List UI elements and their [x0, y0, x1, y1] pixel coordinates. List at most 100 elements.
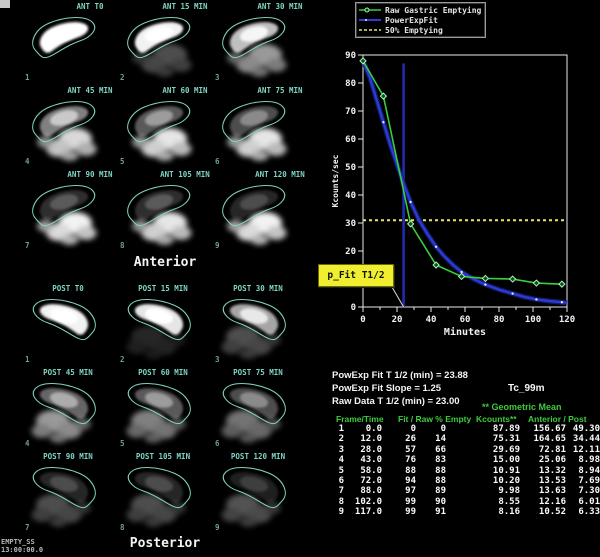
header-fit-raw-empty: Fit / Raw % Empty: [398, 414, 471, 424]
scan-label: ANT 30 MIN: [224, 2, 336, 11]
posterior-section-label: Posterior: [0, 536, 330, 551]
svg-text:20: 20: [392, 315, 403, 325]
scintigraphy-image: [198, 366, 310, 450]
table-cell: 25.06: [520, 455, 566, 465]
table-cell: 0: [416, 424, 446, 434]
scintigraphy-image: [198, 450, 310, 534]
table-cell: 75.31: [446, 434, 520, 444]
table-cell: 117.0: [344, 507, 382, 517]
frame-number: 1: [25, 73, 30, 82]
scan-cell: ANT 75 MIN6: [198, 84, 310, 168]
svg-text:90: 90: [345, 51, 356, 61]
svg-text:40: 40: [345, 191, 356, 201]
table-row: 10.00087.89156.6749.30: [332, 424, 600, 434]
tracer-label: Tc_99m: [508, 383, 545, 394]
scan-label: POST 120 MIN: [202, 452, 314, 461]
powexp-slope-stat: PowExp Fit Slope = 1.25: [332, 383, 441, 394]
table-cell: 13.32: [520, 466, 566, 476]
table-cell: 5: [332, 466, 344, 476]
header-frame-time: Frame/Time: [336, 414, 384, 424]
table-cell: 76: [382, 455, 416, 465]
svg-text:0: 0: [351, 303, 356, 313]
table-cell: 72.0: [344, 476, 382, 486]
results-table: 10.00087.89156.6749.30212.0261475.31164.…: [332, 424, 600, 518]
table-cell: 88: [382, 466, 416, 476]
table-cell: 8.16: [446, 507, 520, 517]
legend-item-raw: Raw Gastric Emptying: [359, 5, 481, 15]
table-row: 788.097899.9813.637.30: [332, 486, 600, 496]
table-cell: 7.69: [566, 476, 600, 486]
table-cell: 8.55: [446, 497, 520, 507]
header-kcounts: Kcounts**: [476, 414, 517, 424]
chart-plot-area: 0102030405060708090020406080100120Minute…: [330, 0, 600, 350]
frame-number: 8: [120, 241, 125, 250]
fit-series-marker-icon: [359, 16, 381, 24]
frame-number: 3: [215, 73, 220, 82]
svg-text:50: 50: [345, 163, 356, 173]
table-row: 443.0768315.0025.068.98: [332, 455, 600, 465]
svg-text:60: 60: [460, 315, 471, 325]
svg-text:Minutes: Minutes: [444, 326, 486, 338]
frame-number: 9: [215, 523, 220, 532]
table-cell: 72.81: [520, 445, 566, 455]
table-cell: 10.91: [446, 466, 520, 476]
table-cell: 6: [332, 476, 344, 486]
table-cell: 10.52: [520, 507, 566, 517]
table-cell: 6.33: [566, 507, 600, 517]
frame-number: 4: [25, 439, 30, 448]
table-cell: 99: [382, 497, 416, 507]
table-cell: 14: [416, 434, 446, 444]
frame-number: 6: [215, 157, 220, 166]
raw-series-marker-icon: [359, 6, 381, 14]
frame-number: 2: [120, 73, 125, 82]
svg-text:20: 20: [345, 247, 356, 257]
svg-text:70: 70: [345, 107, 356, 117]
table-cell: 99: [382, 507, 416, 517]
table-row: 212.0261475.31164.6534.44: [332, 434, 600, 444]
svg-text:120: 120: [559, 315, 575, 325]
frame-number: 7: [25, 241, 30, 250]
table-cell: 90: [416, 497, 446, 507]
table-cell: 9: [332, 507, 344, 517]
table-cell: 12.16: [520, 497, 566, 507]
scan-label: ANT 120 MIN: [224, 170, 336, 179]
table-cell: 34.44: [566, 434, 600, 444]
t-half-annotation-tag[interactable]: p_Fit T1/2: [318, 264, 394, 287]
table-cell: 89: [416, 486, 446, 496]
svg-text:80: 80: [345, 79, 356, 89]
scintigraphy-image: [198, 0, 310, 84]
table-cell: 97: [382, 486, 416, 496]
table-cell: 7.30: [566, 486, 600, 496]
legend-label-fit: PowerExpFit: [385, 16, 438, 25]
frame-number: 1: [25, 355, 30, 364]
table-cell: 4: [332, 455, 344, 465]
gastric-emptying-study-screen: ANT T01 ANT 15 MIN2 ANT 30 MIN: [0, 0, 600, 557]
results-panel: PowExp Fit T 1/2 (min) = 23.88 PowExp Fi…: [330, 366, 600, 556]
posterior-scan-grid: POST T01 POST 15 MIN2 POST 30: [0, 282, 330, 534]
study-time: 13:00:00.0: [1, 546, 43, 554]
table-cell: 13.53: [520, 476, 566, 486]
svg-text:0: 0: [360, 315, 365, 325]
table-cell: 8.98: [566, 455, 600, 465]
table-cell: 12.0: [344, 434, 382, 444]
frame-number: 5: [120, 439, 125, 448]
table-cell: 15.00: [446, 455, 520, 465]
scan-label: POST 75 MIN: [202, 368, 314, 377]
table-cell: 57: [382, 445, 416, 455]
svg-text:30: 30: [345, 219, 356, 229]
scan-cell: ANT 120 MIN9: [198, 168, 310, 252]
scan-cell: ANT 30 MIN3: [198, 0, 310, 84]
table-row: 672.0948810.2013.537.69: [332, 476, 600, 486]
table-cell: 102.0: [344, 497, 382, 507]
table-cell: 83: [416, 455, 446, 465]
scintigraphy-image: [198, 84, 310, 168]
table-cell: 0.0: [344, 424, 382, 434]
chart-legend: Raw Gastric Emptying PowerExpFit 50% Emp…: [355, 2, 486, 38]
table-cell: 91: [416, 507, 446, 517]
table-cell: 156.67: [520, 424, 566, 434]
header-anterior-post: Anterior / Post: [528, 414, 587, 424]
frame-number: 2: [120, 355, 125, 364]
svg-text:40: 40: [426, 315, 437, 325]
table-cell: 2: [332, 434, 344, 444]
powexp-thalf-stat: PowExp Fit T 1/2 (min) = 23.88: [332, 370, 468, 381]
